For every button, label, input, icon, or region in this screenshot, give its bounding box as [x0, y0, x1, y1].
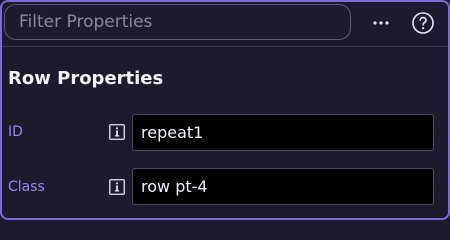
properties-panel: Row Properties ID Class [0, 0, 450, 220]
properties-toolbar [2, 2, 448, 47]
help-button[interactable] [411, 11, 435, 35]
property-label-class: Class [8, 179, 45, 195]
more-horizontal-icon [373, 21, 389, 25]
property-input-id[interactable] [132, 114, 434, 151]
help-circle-icon [412, 12, 434, 34]
filter-properties-input[interactable] [4, 4, 351, 40]
info-icon[interactable] [109, 124, 125, 140]
info-icon[interactable] [109, 179, 125, 195]
property-label-id: ID [8, 124, 23, 140]
property-input-class[interactable] [132, 168, 434, 205]
section-title: Row Properties [8, 68, 164, 89]
more-options-button[interactable] [364, 10, 398, 36]
